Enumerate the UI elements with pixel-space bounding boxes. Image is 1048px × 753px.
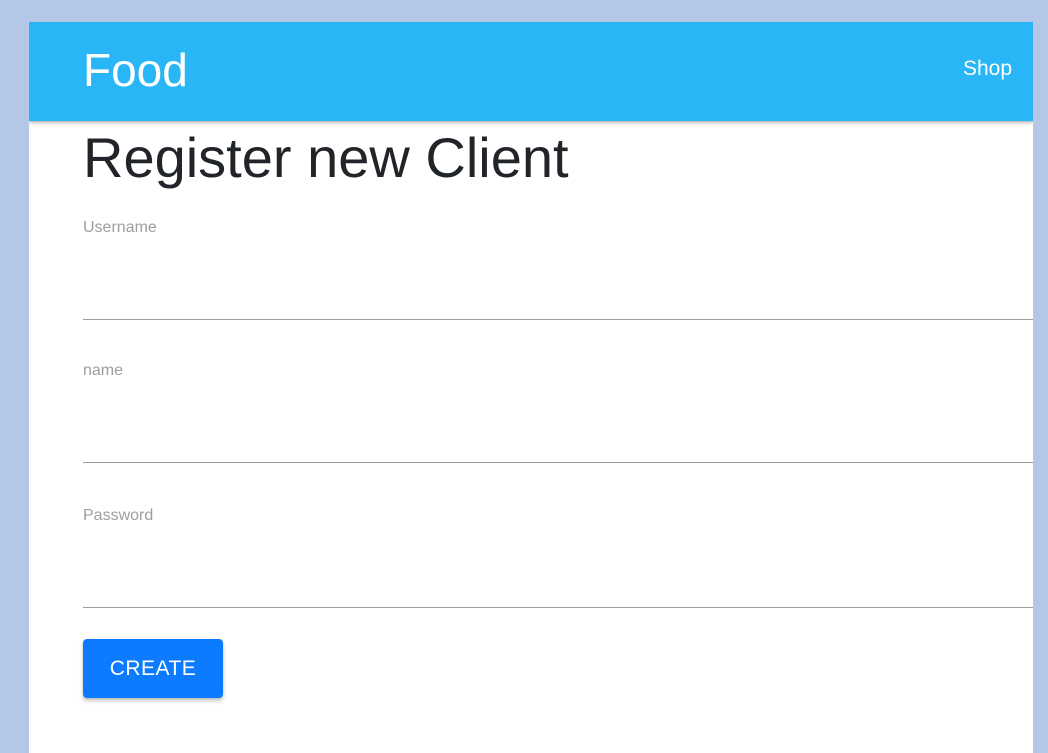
- password-label: Password: [83, 507, 154, 524]
- name-field: name: [83, 361, 1033, 471]
- app-window: Food Shop Register new Client Username n…: [29, 22, 1033, 753]
- app-bar: Food Shop: [29, 22, 1033, 121]
- password-input[interactable]: [83, 530, 1033, 608]
- create-button[interactable]: CREATE: [83, 639, 223, 698]
- brand-logo[interactable]: Food: [83, 42, 188, 98]
- password-field: Password: [83, 506, 1033, 616]
- page-title: Register new Client: [83, 126, 569, 189]
- name-label: name: [83, 362, 124, 379]
- nav-link-shop[interactable]: Shop: [963, 55, 1012, 83]
- name-input[interactable]: [83, 385, 1033, 463]
- username-field: Username: [83, 218, 1033, 328]
- username-label: Username: [83, 219, 157, 236]
- username-input[interactable]: [83, 242, 1033, 320]
